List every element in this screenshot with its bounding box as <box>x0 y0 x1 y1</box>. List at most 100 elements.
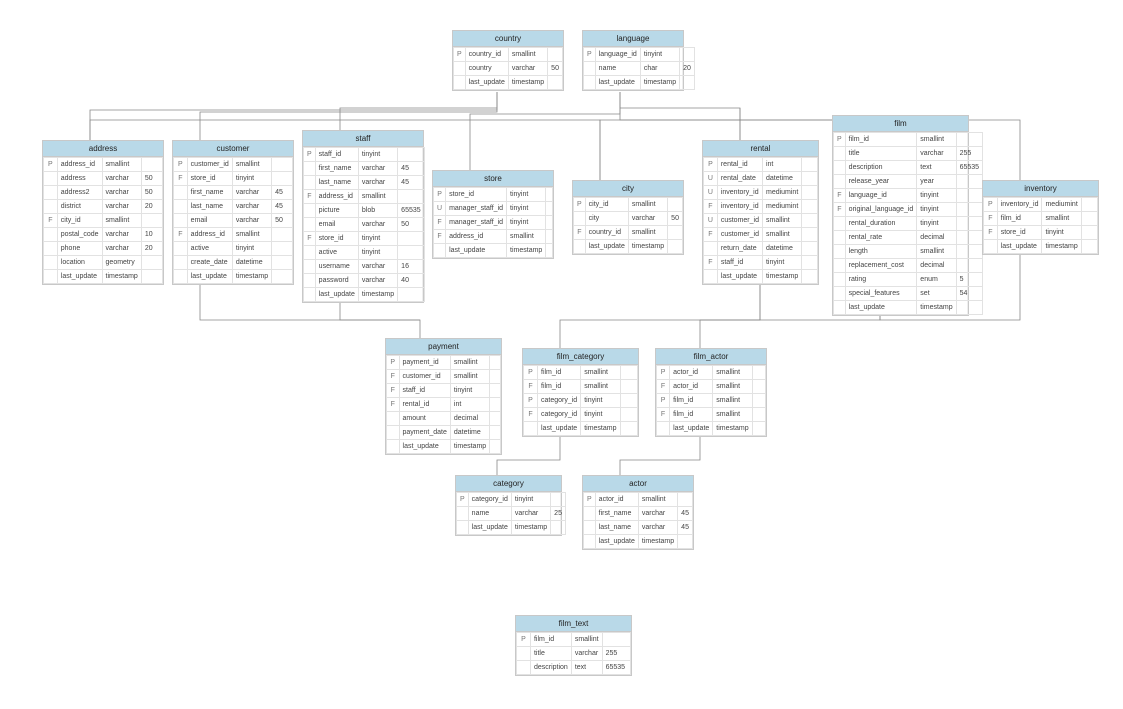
column-type: varchar <box>232 200 271 214</box>
table-row: Ucustomer_idsmallint <box>704 214 818 228</box>
table-row: emailvarchar50 <box>174 214 293 228</box>
column-name: city_id <box>57 214 102 228</box>
table-row: Faddress_idsmallint <box>304 190 425 204</box>
column-type: datetime <box>762 242 801 256</box>
table-row: Pfilm_idsmallint <box>524 366 638 380</box>
key-flag <box>574 240 586 254</box>
column-name: last_update <box>670 422 713 436</box>
column-type: tinyint <box>1042 226 1081 240</box>
table-row: Urental_datedatetime <box>704 172 818 186</box>
column-size <box>490 440 501 454</box>
key-flag <box>174 214 188 228</box>
column-size <box>802 270 818 284</box>
column-size <box>602 633 630 647</box>
column-size <box>398 246 424 260</box>
table-row: Pfilm_idsmallint <box>517 633 631 647</box>
column-size <box>668 226 683 240</box>
key-flag: P <box>454 48 466 62</box>
column-size <box>956 301 982 315</box>
table-row: last_updatetimestamp <box>704 270 818 284</box>
column-type: varchar <box>917 147 956 161</box>
key-flag: P <box>524 366 538 380</box>
entity-address: addressPaddress_idsmallintaddressvarchar… <box>42 140 164 285</box>
key-flag <box>834 161 846 175</box>
column-name: film_id <box>845 133 917 147</box>
column-size <box>272 172 293 186</box>
column-type: varchar <box>358 274 397 288</box>
column-type: varchar <box>571 647 602 661</box>
column-name: last_update <box>187 270 232 284</box>
table-row: last_updatetimestamp <box>524 422 638 436</box>
column-type: timestamp <box>917 301 956 315</box>
column-name: last_update <box>57 270 102 284</box>
table-row: Uinventory_idmediumint <box>704 186 818 200</box>
entity-film: filmPfilm_idsmallinttitlevarchar255descr… <box>832 115 969 316</box>
entity-title: film_actor <box>656 349 766 365</box>
key-flag: F <box>304 190 316 204</box>
entity-columns: Pcity_idsmallintcityvarchar50Fcountry_id… <box>573 197 683 254</box>
column-type: smallint <box>762 228 801 242</box>
column-size <box>620 408 638 422</box>
column-name: address <box>57 172 102 186</box>
column-type: timestamp <box>508 76 547 90</box>
key-flag: P <box>704 158 718 172</box>
column-size <box>1081 226 1097 240</box>
column-name: city_id <box>585 198 628 212</box>
column-name: address_id <box>446 230 507 244</box>
column-size <box>141 158 162 172</box>
column-size: 50 <box>141 186 162 200</box>
column-type: smallint <box>713 380 752 394</box>
column-name: last_update <box>399 440 450 454</box>
table-row: descriptiontext65535 <box>834 161 983 175</box>
column-type: decimal <box>917 259 956 273</box>
table-row: Fstaff_idtinyint <box>387 384 501 398</box>
column-size: 45 <box>678 507 693 521</box>
key-flag <box>457 507 469 521</box>
column-name: rental_date <box>717 172 762 186</box>
column-name: first_name <box>187 186 232 200</box>
column-size <box>802 158 818 172</box>
column-size <box>490 398 501 412</box>
table-row: Finventory_idmediumint <box>704 200 818 214</box>
column-type: varchar <box>102 228 141 242</box>
column-type: timestamp <box>232 270 271 284</box>
table-row: release_yearyear <box>834 175 983 189</box>
column-size: 50 <box>141 172 162 186</box>
column-size: 50 <box>272 214 293 228</box>
column-type: timestamp <box>102 270 141 284</box>
table-row: Fcity_idsmallint <box>44 214 163 228</box>
entity-category: categoryPcategory_idtinyintnamevarchar25… <box>455 475 562 536</box>
entity-columns: Pfilm_idsmallinttitlevarchar255descripti… <box>833 132 983 315</box>
key-flag <box>387 440 400 454</box>
column-name: last_update <box>585 240 628 254</box>
key-flag <box>44 228 58 242</box>
table-row: Ppayment_idsmallint <box>387 356 501 370</box>
column-name: special_features <box>845 287 917 301</box>
table-row: Foriginal_language_idtinyint <box>834 203 983 217</box>
column-size <box>802 242 818 256</box>
key-flag <box>584 535 596 549</box>
table-row: Factor_idsmallint <box>657 380 766 394</box>
key-flag: F <box>174 172 188 186</box>
key-flag: F <box>657 408 670 422</box>
column-type: tinyint <box>232 172 271 186</box>
entity-title: category <box>456 476 561 492</box>
column-type: year <box>917 175 956 189</box>
key-flag: F <box>387 398 400 412</box>
column-size <box>956 203 982 217</box>
table-row: last_updatetimestamp <box>457 521 566 535</box>
key-flag <box>517 661 531 675</box>
column-size <box>620 422 638 436</box>
key-flag <box>174 270 188 284</box>
entity-columns: Pcustomer_idsmallintFstore_idtinyintfirs… <box>173 157 293 284</box>
column-size <box>141 214 162 228</box>
key-flag: P <box>524 394 538 408</box>
key-flag: F <box>387 384 400 398</box>
column-type: enum <box>917 273 956 287</box>
entity-columns: Paddress_idsmallintaddressvarchar50addre… <box>43 157 163 284</box>
key-flag <box>174 186 188 200</box>
table-row: Pfilm_idsmallint <box>834 133 983 147</box>
key-flag <box>834 301 846 315</box>
column-name: last_name <box>595 521 638 535</box>
column-size <box>548 76 563 90</box>
